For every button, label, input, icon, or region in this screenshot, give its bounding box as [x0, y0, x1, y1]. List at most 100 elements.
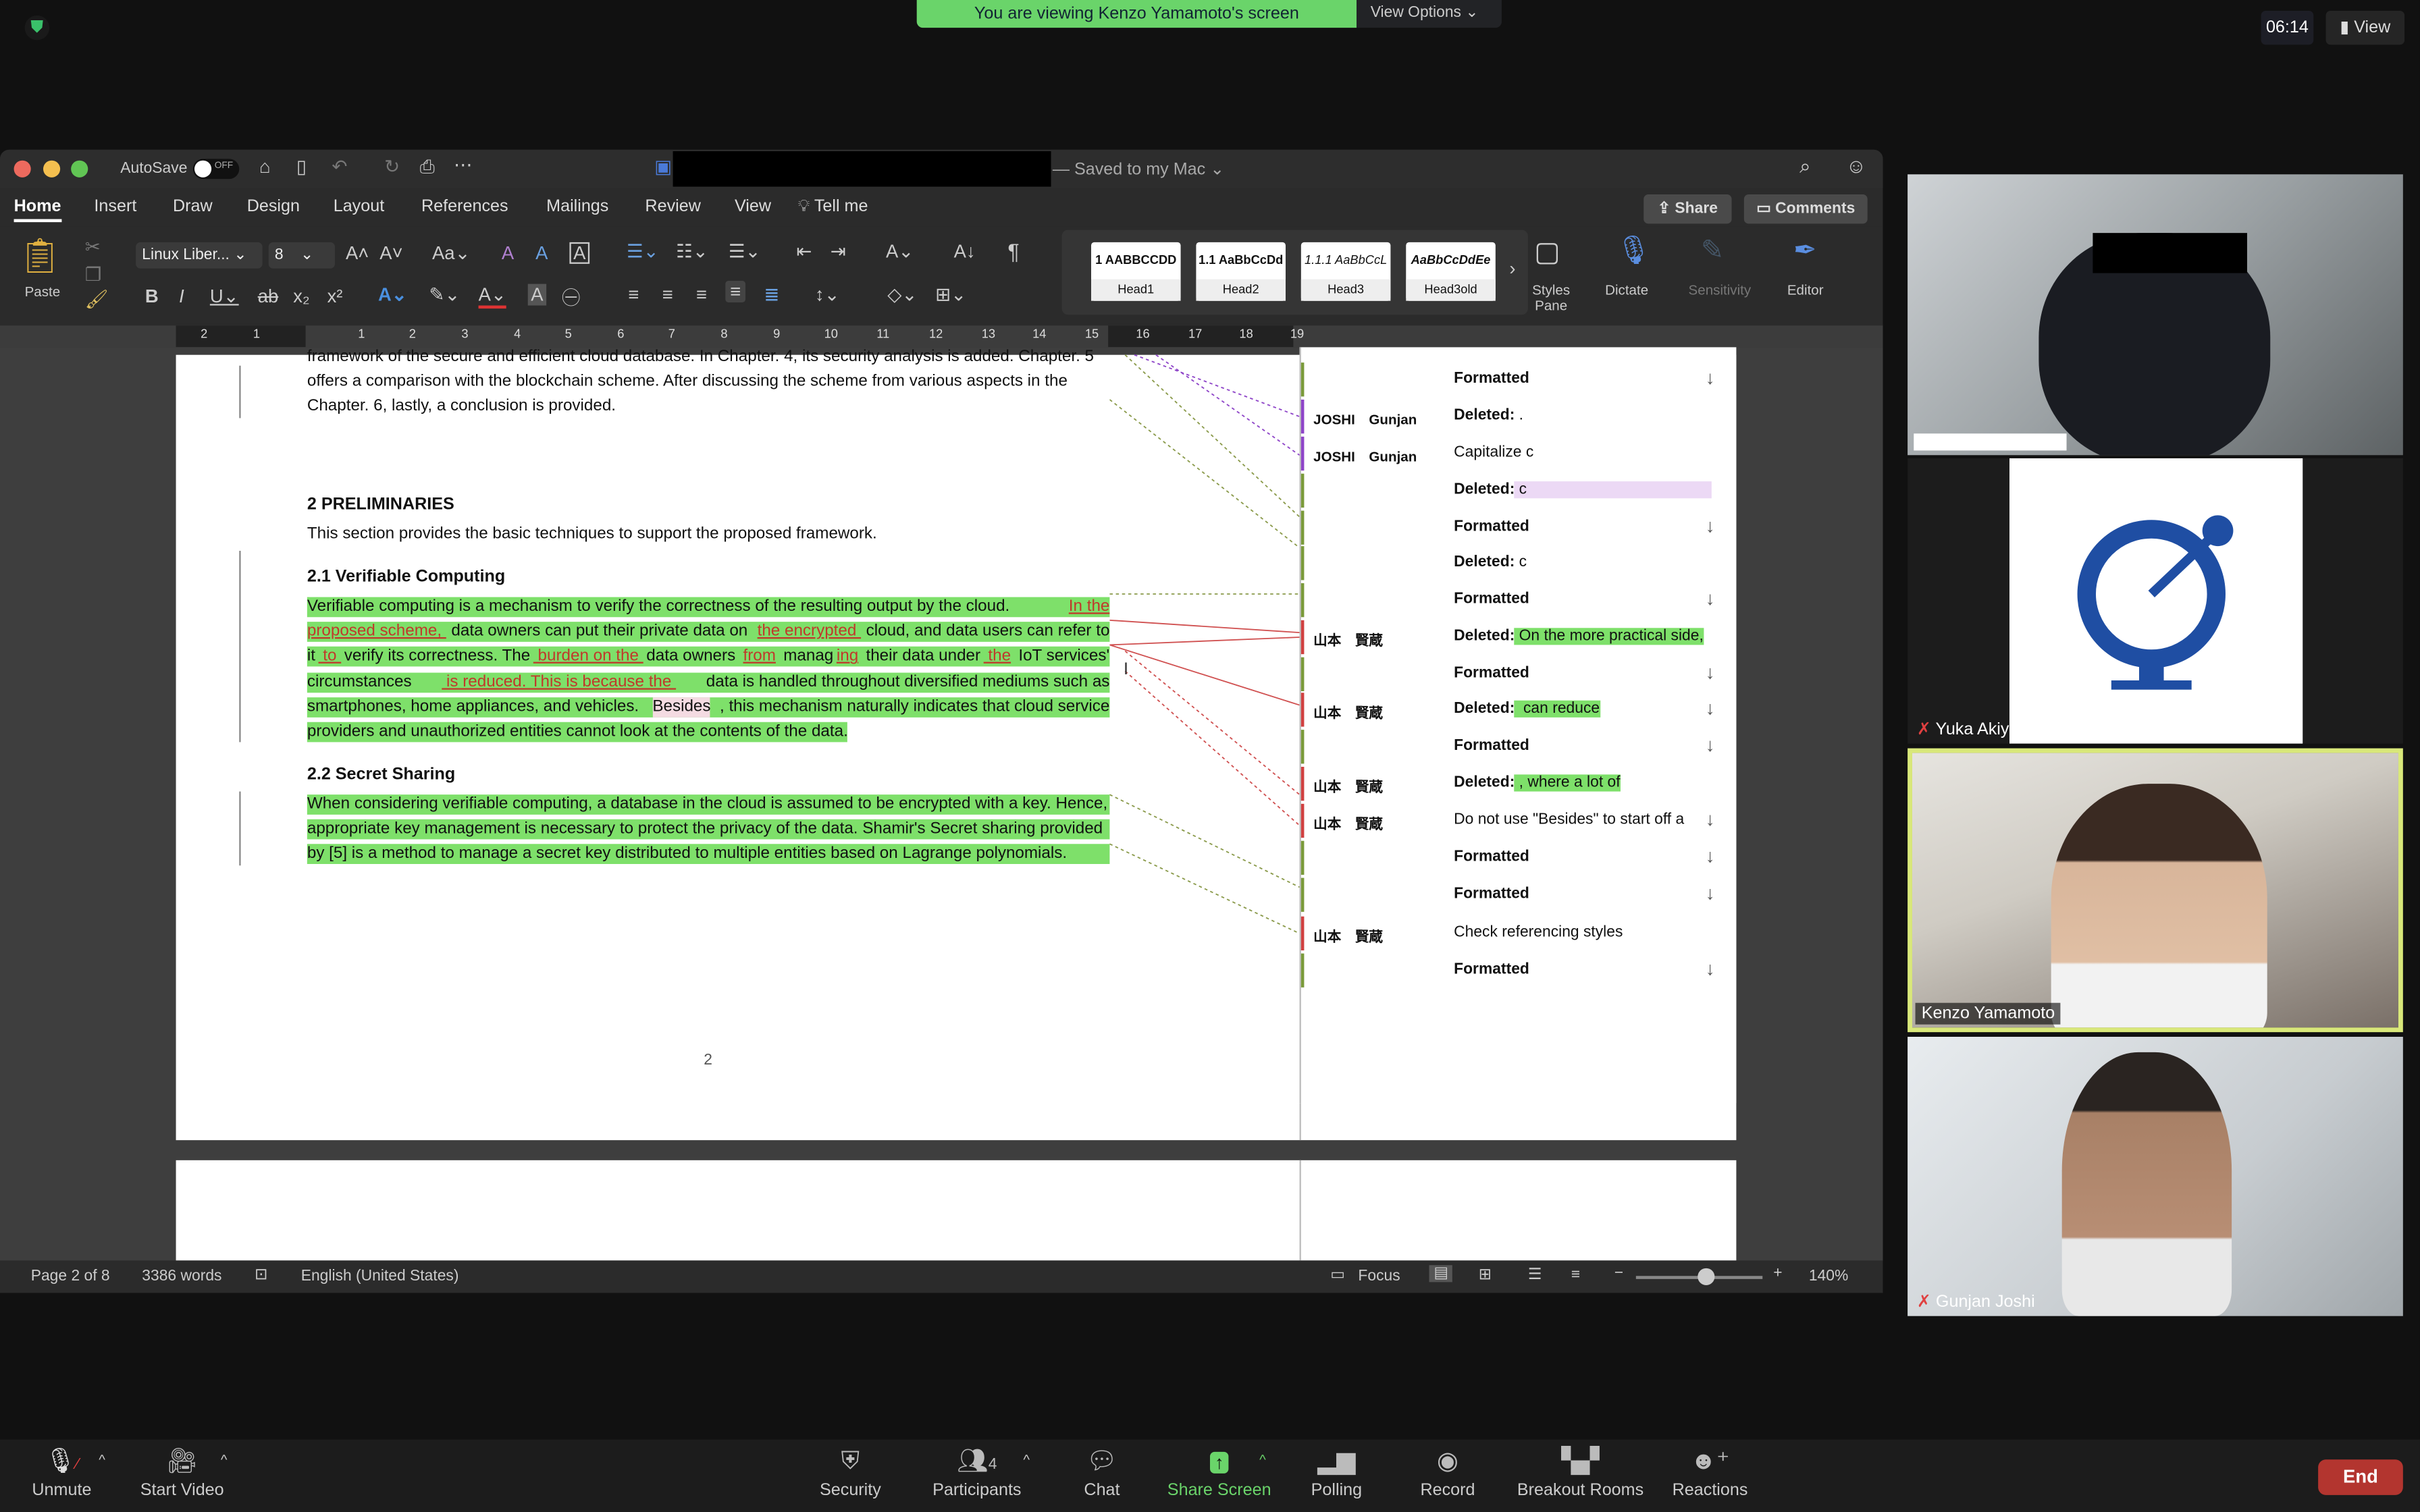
markup-balloon[interactable]: Formatted ↓ [1300, 362, 1738, 397]
markup-balloon[interactable]: JOSHI Gunjan Capitalize c [1300, 436, 1738, 471]
video-tile[interactable]: ✗ Gunjan Joshi [1908, 1036, 2403, 1316]
move-down-arrow-icon[interactable]: ↓ [1706, 367, 1715, 389]
record-button[interactable]: ◉ Record [1417, 1444, 1478, 1499]
video-tile[interactable] [1908, 174, 2403, 456]
tab-insert[interactable]: Insert [94, 198, 136, 216]
markup-balloon[interactable]: Formatted ↓ [1300, 953, 1738, 988]
reactions-button[interactable]: ☻⁺ Reactions [1670, 1444, 1750, 1499]
breakout-rooms-button[interactable]: ▚▞ Breakout Rooms [1516, 1444, 1646, 1499]
markup-balloon[interactable]: Formatted ↓ [1300, 878, 1738, 912]
paste-icon[interactable]: 📋︎ [18, 236, 61, 276]
participants-button[interactable]: 👥︎4 Participants [926, 1444, 1028, 1499]
underline-icon[interactable]: U⌄ [210, 286, 239, 307]
increase-indent-icon[interactable]: ⇥ [831, 241, 846, 263]
italic-icon[interactable]: I [179, 286, 184, 307]
search-icon[interactable]: ⌕ [1799, 155, 1811, 180]
move-down-arrow-icon[interactable]: ↓ [1706, 846, 1715, 867]
markup-balloon[interactable]: JOSHI Gunjan Deleted: . [1300, 399, 1738, 434]
security-button[interactable]: ⛨ Security [815, 1444, 886, 1499]
video-tile[interactable]: ✗ Yuka Akiy [1908, 458, 2403, 744]
character-shading-icon[interactable]: A [527, 284, 547, 306]
feedback-smiley-icon[interactable]: ☺ [1846, 155, 1866, 178]
horizontal-ruler[interactable]: 2 1 1 2 3 4 5 6 7 8 9 10 11 12 13 14 15 16 17 18 19 [0, 325, 1883, 348]
markup-balloon[interactable]: Deleted: c [1300, 546, 1738, 580]
maximize-button[interactable] [71, 160, 88, 178]
cut-icon[interactable]: ✂ [85, 236, 101, 258]
grow-font-icon[interactable]: A˄ [346, 242, 369, 264]
word-count[interactable]: 3386 words [142, 1268, 221, 1285]
move-down-arrow-icon[interactable]: ↓ [1706, 882, 1715, 904]
align-center-icon[interactable]: ≡ [662, 284, 673, 306]
page-count[interactable]: Page 2 of 8 [31, 1268, 110, 1285]
zoom-level[interactable]: 140% [1809, 1268, 1848, 1285]
tab-review[interactable]: Review [645, 198, 700, 216]
markup-balloon[interactable]: Formatted ↓ [1300, 840, 1738, 875]
participants-caret[interactable]: ^ [1023, 1452, 1030, 1467]
share-button[interactable]: ⇪ Share [1643, 194, 1732, 224]
zoom-slider-thumb[interactable] [1698, 1268, 1715, 1285]
undo-icon[interactable]: ↶ [332, 156, 347, 178]
text-effects-icon[interactable]: A⌄ [378, 284, 407, 306]
proofing-icon[interactable]: ⊡ [255, 1267, 267, 1284]
autosave-toggle[interactable]: OFF [192, 159, 240, 180]
tell-me[interactable]: 💡︎ Tell me [798, 198, 868, 218]
move-down-arrow-icon[interactable]: ↓ [1706, 697, 1715, 719]
numbering-icon[interactable]: ☷⌄ [676, 241, 708, 263]
tab-view[interactable]: View [735, 198, 771, 216]
zoom-in-icon[interactable]: + [1773, 1265, 1782, 1282]
font-name-dropdown[interactable]: Linux Liber... ⌄ [136, 242, 263, 269]
paste-label[interactable]: Paste [25, 284, 61, 300]
align-left-icon[interactable]: ≡ [628, 284, 639, 306]
borders-icon[interactable]: ⊞⌄ [935, 284, 966, 306]
font-color-icon[interactable]: A⌄ [478, 284, 506, 309]
subscript-icon[interactable]: x₂ [293, 286, 309, 307]
justify-icon[interactable]: ≡ [725, 280, 746, 302]
zoom-shield-icon[interactable]: ⛊ [24, 15, 50, 40]
align-right-icon[interactable]: ≡ [696, 284, 707, 306]
web-layout-icon[interactable]: ⊞ [1479, 1267, 1492, 1284]
asian-layout-icon[interactable]: A⌄ [886, 241, 914, 263]
format-painter-icon[interactable]: 🖌︎ [85, 288, 109, 310]
tab-references[interactable]: References [421, 198, 508, 216]
markup-balloon[interactable]: 山本 賢蔵 Check referencing styles [1300, 916, 1738, 950]
editor-label[interactable]: Editor [1787, 282, 1824, 298]
markup-balloon[interactable]: Formatted ↓ [1300, 657, 1738, 691]
markup-balloon[interactable]: 山本 賢蔵 Deleted: On the more practical side… [1300, 620, 1738, 655]
language[interactable]: English (United States) [301, 1268, 459, 1285]
clear-formatting-icon[interactable]: A [502, 242, 514, 264]
markup-balloon[interactable]: 山本 賢蔵 Deleted: , where a lot of [1300, 766, 1738, 801]
dictate-label[interactable]: Dictate [1605, 282, 1648, 298]
shading-icon[interactable]: ◇⌄ [887, 284, 917, 306]
view-options-button[interactable]: View Options ⌄ [1357, 0, 1502, 28]
close-button[interactable] [14, 160, 31, 178]
style-head1[interactable]: 1 AABBCCDD Head1 [1090, 242, 1181, 301]
copy-icon[interactable]: ❐ [85, 264, 102, 286]
markup-balloon[interactable]: Formatted ↓ [1300, 510, 1738, 545]
chat-button[interactable]: 💬︎ Chat [1077, 1444, 1126, 1499]
strikethrough-icon[interactable]: ab [258, 286, 279, 307]
line-spacing-icon[interactable]: ↕⌄ [815, 284, 840, 306]
markup-balloon[interactable]: 山本 賢蔵 Deleted: can reduce ↓ [1300, 693, 1738, 727]
markup-balloon[interactable]: Formatted ↓ [1300, 583, 1738, 618]
saved-status[interactable]: — Saved to my Mac ⌄ [1053, 159, 1224, 179]
move-down-arrow-icon[interactable]: ↓ [1706, 958, 1715, 979]
video-tile-active-speaker[interactable]: Kenzo Yamamoto [1908, 748, 2403, 1033]
minimize-button[interactable] [43, 160, 61, 178]
redo-icon[interactable]: ↻ [384, 156, 400, 178]
bold-icon[interactable]: B [145, 286, 159, 307]
decrease-indent-icon[interactable]: ⇤ [796, 241, 812, 263]
zoom-out-icon[interactable]: − [1614, 1265, 1623, 1282]
highlight-icon[interactable]: ✎⌄ [429, 284, 460, 306]
home-icon[interactable]: ⌂ [259, 156, 271, 178]
multilevel-list-icon[interactable]: ☰⌄ [729, 241, 761, 263]
comments-button[interactable]: ▭ Comments [1743, 194, 1868, 224]
share-options-caret[interactable]: ^ [1259, 1452, 1266, 1467]
tab-mailings[interactable]: Mailings [546, 198, 608, 216]
polling-button[interactable]: ▂▆ Polling [1306, 1444, 1367, 1499]
style-head3old[interactable]: AaBbCcDdEe Head3old [1406, 242, 1496, 301]
styles-pane-icon[interactable]: ▢ [1534, 236, 1560, 269]
start-video-button[interactable]: 🎥︎ Start Video [133, 1444, 232, 1499]
view-button[interactable]: ▮ View [2325, 10, 2405, 45]
focus-button[interactable]: Focus [1358, 1268, 1400, 1285]
distributed-icon[interactable]: ≣ [764, 284, 779, 306]
